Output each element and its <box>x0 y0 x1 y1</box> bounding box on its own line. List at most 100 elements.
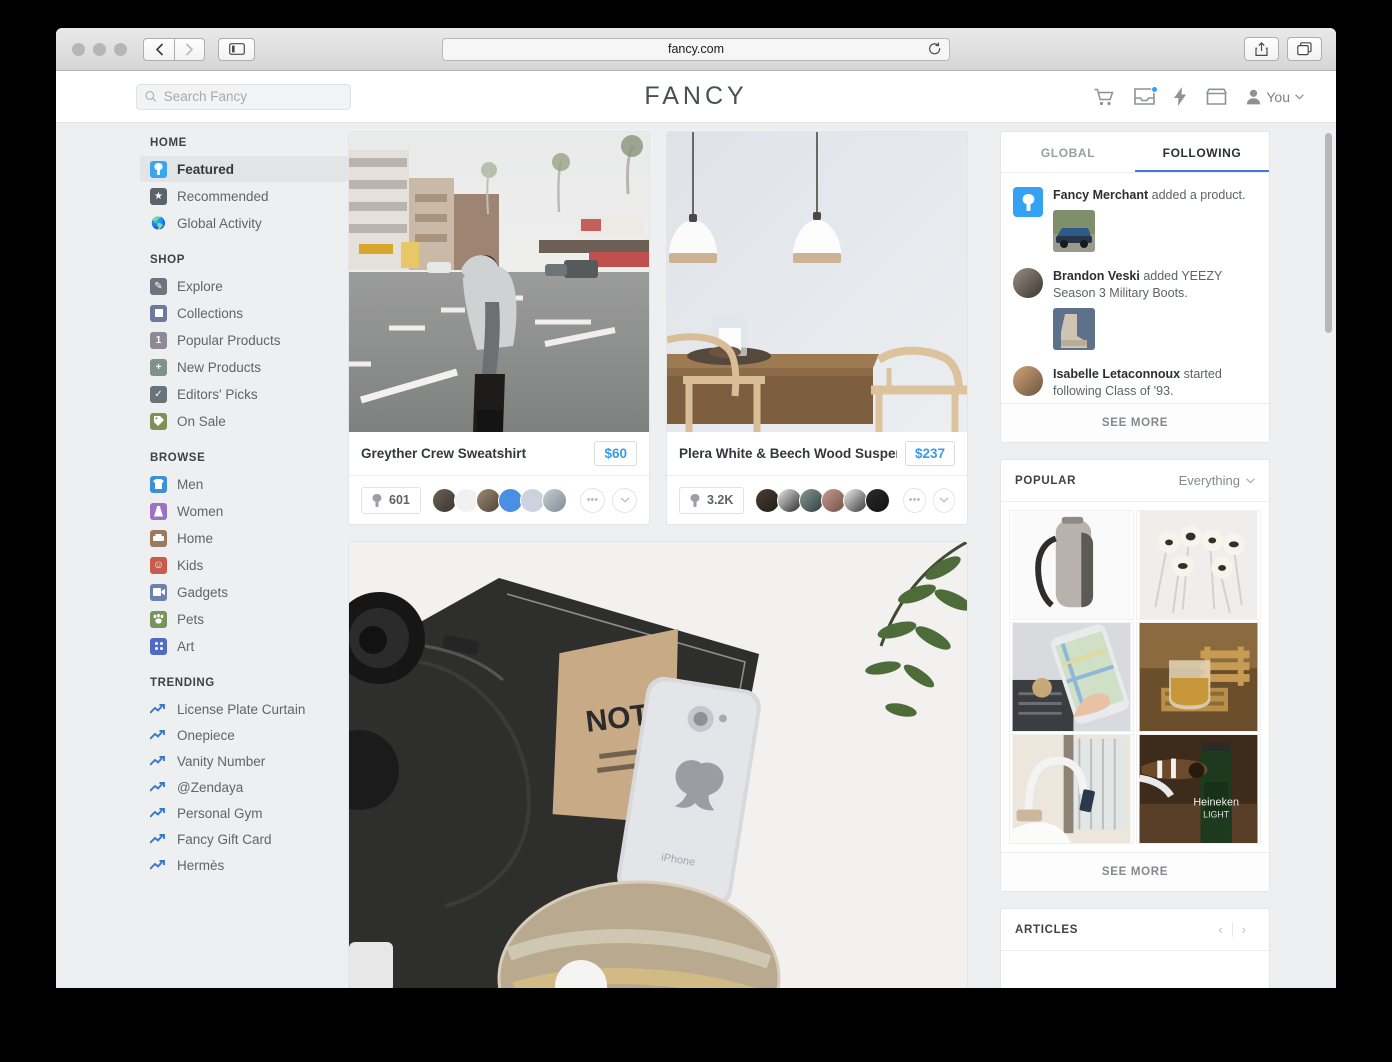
cart-icon[interactable] <box>1094 88 1115 106</box>
activity-user[interactable]: Fancy Merchant <box>1053 188 1148 202</box>
product-row: Greyther Crew Sweatshirt $60 601 ••• Ple… <box>348 131 984 541</box>
address-bar[interactable]: fancy.com <box>442 37 950 61</box>
avatar[interactable] <box>541 487 567 513</box>
sidebar-item-featured[interactable]: Featured <box>140 156 348 182</box>
tab-global[interactable]: GLOBAL <box>1001 132 1135 172</box>
product-image-street-photo[interactable] <box>349 132 649 432</box>
popular-thumb-bed-phone-holder[interactable] <box>1009 734 1134 844</box>
sidebar-item-men[interactable]: Men <box>140 471 348 497</box>
articles-header: ARTICLES ‹ › <box>1001 909 1269 950</box>
product-price[interactable]: $237 <box>904 441 955 466</box>
maximize-window-button[interactable] <box>114 42 127 56</box>
trending-item-license-plate-curtain[interactable]: License Plate Curtain <box>140 696 348 722</box>
sidebar-item-kids[interactable]: ☺ Kids <box>140 552 348 578</box>
trending-item-onepiece[interactable]: Onepiece <box>140 722 348 748</box>
product-card[interactable]: Plera White & Beech Wood Suspension L $2… <box>666 131 968 525</box>
articles-next-button[interactable]: › <box>1233 922 1255 937</box>
fancy-logo-avatar[interactable] <box>1013 187 1043 217</box>
back-button[interactable] <box>143 37 174 61</box>
tab-following[interactable]: FOLLOWING <box>1135 132 1269 172</box>
sidebar-item-label: Women <box>177 503 224 519</box>
grid-icon <box>150 637 167 655</box>
sidebar-item-collections[interactable]: Collections <box>140 300 348 326</box>
toggle-sidebar-button[interactable] <box>218 37 255 61</box>
sidebar-item-editors-picks[interactable]: ✓ Editors' Picks <box>140 381 348 407</box>
fancier-avatars[interactable] <box>755 487 891 513</box>
fancier-avatars[interactable] <box>431 487 567 513</box>
page-scrollbar[interactable] <box>1325 133 1332 333</box>
show-tabs-button[interactable] <box>1287 37 1322 61</box>
sidebar-item-on-sale[interactable]: On Sale <box>140 408 348 434</box>
product-title: Greyther Crew Sweatshirt <box>361 446 527 461</box>
product-price[interactable]: $60 <box>594 441 637 466</box>
product-title: Plera White & Beech Wood Suspension L <box>679 446 897 461</box>
window-controls[interactable] <box>72 42 127 56</box>
avatar[interactable] <box>865 487 891 513</box>
activity-thumb-blue-car[interactable] <box>1053 210 1095 252</box>
product-card[interactable]: Greyther Crew Sweatshirt $60 601 ••• <box>348 131 650 525</box>
expand-card-button[interactable] <box>612 487 637 513</box>
lightning-icon[interactable] <box>1174 87 1187 106</box>
sidebar-item-pets[interactable]: Pets <box>140 606 348 632</box>
sidebar-item-women[interactable]: Women <box>140 498 348 524</box>
close-window-button[interactable] <box>72 42 85 56</box>
popular-see-more-button[interactable]: SEE MORE <box>1001 852 1269 891</box>
fancy-pin-icon <box>372 493 382 507</box>
sidebar-item-global-activity[interactable]: 🌎 Global Activity <box>140 210 348 236</box>
sidebar-item-home[interactable]: Home <box>140 525 348 551</box>
store-icon[interactable] <box>1206 88 1228 105</box>
more-fanciers-button[interactable]: ••• <box>579 487 605 513</box>
inbox-icon[interactable] <box>1134 86 1159 105</box>
product-image-pendant-lamps-photo[interactable] <box>667 132 967 432</box>
trending-item-label: Personal Gym <box>177 805 263 821</box>
minimize-window-button[interactable] <box>93 42 106 56</box>
product-card-wide[interactable]: NOTES iPhone <box>348 541 968 988</box>
trending-item-personal-gym[interactable]: Personal Gym <box>140 800 348 826</box>
site-logo[interactable]: FANCY <box>644 82 747 111</box>
share-icon <box>1255 41 1268 56</box>
articles-prev-button[interactable]: ‹ <box>1209 922 1231 937</box>
popular-thumb-pallet-coaster-whiskey[interactable] <box>1136 622 1261 732</box>
search-input[interactable] <box>163 89 342 104</box>
sidebar-item-label: On Sale <box>177 413 226 429</box>
forward-button[interactable] <box>174 37 205 61</box>
fancy-it-button[interactable]: 601 <box>361 486 421 514</box>
account-menu[interactable]: You <box>1246 89 1304 105</box>
search-box[interactable] <box>136 83 351 110</box>
sidebar-item-gadgets[interactable]: Gadgets <box>140 579 348 605</box>
activity-user[interactable]: Isabelle Letaconnoux <box>1053 367 1180 381</box>
isabelle-avatar[interactable] <box>1013 366 1043 396</box>
trending-item-zendaya[interactable]: @Zendaya <box>140 774 348 800</box>
sidebar-icon <box>228 43 245 55</box>
reload-button[interactable] <box>928 41 942 60</box>
brandon-avatar[interactable] <box>1013 268 1043 298</box>
sidebar-item-new-products[interactable]: + New Products <box>140 354 348 380</box>
share-button[interactable] <box>1244 37 1279 61</box>
articles-content <box>1001 950 1269 988</box>
trending-item-fancy-gift-card[interactable]: Fancy Gift Card <box>140 826 348 852</box>
more-fanciers-button[interactable]: ••• <box>903 487 926 513</box>
activity-see-more-button[interactable]: SEE MORE <box>1001 403 1269 442</box>
sidebar-item-art[interactable]: Art <box>140 633 348 659</box>
activity-user[interactable]: Brandon Veski <box>1053 269 1140 283</box>
activity-item[interactable]: Isabelle Letaconnoux started following C… <box>1001 356 1269 403</box>
fancy-it-button[interactable]: 3.2K <box>679 486 745 514</box>
activity-item[interactable]: Brandon Veski added YEEZY Season 3 Milit… <box>1001 258 1269 356</box>
popular-thumb-grey-backpack[interactable] <box>1009 510 1134 620</box>
sidebar-item-recommended[interactable]: ★ Recommended <box>140 183 348 209</box>
popular-thumb-cigar-bottle-opener[interactable]: Heineken LIGHT <box>1136 734 1261 844</box>
product-image-desk-flatlay-photo[interactable]: NOTES iPhone <box>349 542 967 988</box>
popular-thumb-phone-car-mount[interactable] <box>1009 622 1134 732</box>
popular-thumb-insect-resin-spoons[interactable] <box>1136 510 1261 620</box>
chevron-left-icon <box>155 42 163 56</box>
popular-filter-dropdown[interactable]: Everything <box>1179 473 1255 488</box>
activity-item[interactable]: Fancy Merchant added a product. <box>1001 177 1269 258</box>
trending-item-vanity-number[interactable]: Vanity Number <box>140 748 348 774</box>
sidebar-item-popular-products[interactable]: 1 Popular Products <box>140 327 348 353</box>
activity-thumb-military-boot[interactable] <box>1053 308 1095 350</box>
trending-item-hermes[interactable]: Hermès <box>140 852 348 878</box>
expand-card-button[interactable] <box>932 487 955 513</box>
sidebar-item-explore[interactable]: ✎ Explore <box>140 273 348 299</box>
articles-title: ARTICLES <box>1015 923 1079 936</box>
check-icon: ✓ <box>150 385 167 403</box>
